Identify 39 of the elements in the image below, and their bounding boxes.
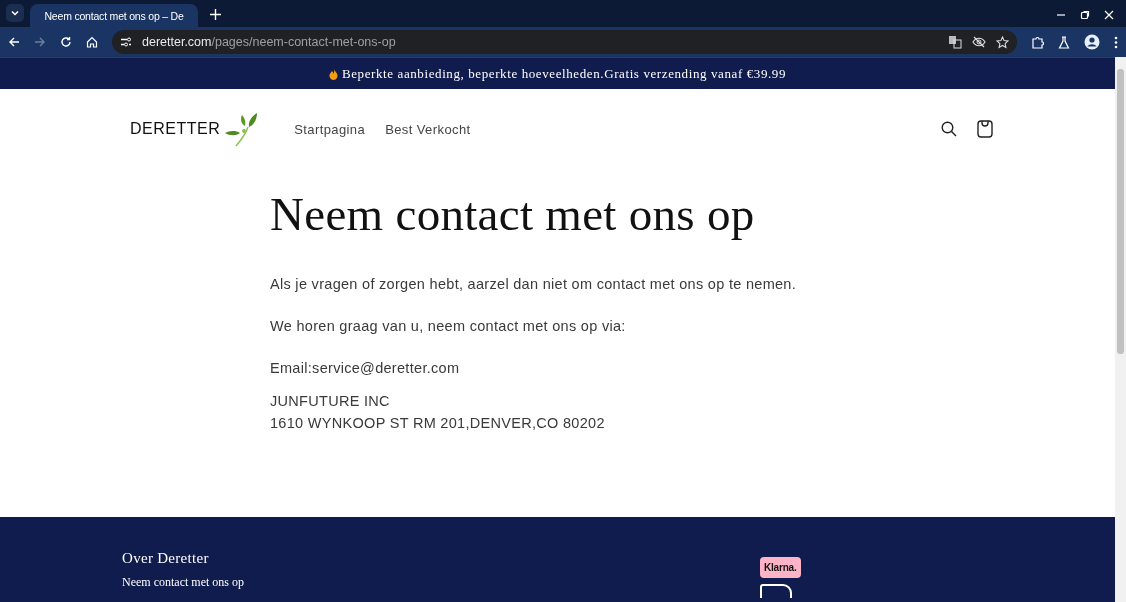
shopping-bag-icon[interactable] (977, 120, 993, 138)
profile-avatar-icon[interactable] (1084, 34, 1100, 50)
close-icon[interactable] (1104, 10, 1114, 20)
forward-arrow-icon[interactable] (34, 36, 46, 48)
address-bar[interactable]: deretter.com/pages/neem-contact-met-ons-op (112, 30, 1017, 54)
scrollbar-thumb[interactable] (1117, 69, 1124, 354)
leaves-logo-icon (224, 111, 259, 147)
more-menu-icon[interactable] (1114, 35, 1118, 49)
puzzle-piece-icon[interactable] (1031, 35, 1044, 49)
flame-icon (328, 67, 338, 80)
footer-heading: Over Deretter (122, 550, 210, 567)
reload-icon[interactable] (60, 36, 72, 48)
announcement-text: Beperkte aanbieding, beperkte hoeveelheden.Gratis verzending vanaf €39.99 (341, 65, 787, 82)
eye-slash-icon[interactable] (972, 36, 986, 48)
tab-title: Neem contact met ons op – De (44, 9, 184, 22)
browser-tab[interactable]: Neem contact met ons op – De (30, 4, 198, 27)
nav-link[interactable]: Best Verkocht (385, 121, 471, 137)
chevron-down-icon (10, 8, 20, 18)
site-settings-icon[interactable] (120, 36, 132, 48)
translate-icon[interactable] (948, 35, 962, 49)
tab-search-button[interactable] (6, 4, 24, 22)
address-line: JUNFUTURE INC (270, 392, 391, 411)
star-icon[interactable] (996, 35, 1009, 49)
back-arrow-icon[interactable] (8, 36, 20, 48)
footer-link[interactable]: Neem contact met ons op (122, 575, 760, 590)
nav-link[interactable]: Startpagina (294, 121, 366, 137)
home-icon[interactable] (86, 36, 98, 48)
paragraph-text: Email:service@deretter.com (270, 359, 461, 378)
klarna-badge: Klarna. (760, 557, 801, 578)
new-tab-icon[interactable] (210, 9, 221, 20)
flask-icon[interactable] (1058, 35, 1070, 49)
restore-icon[interactable] (1080, 10, 1090, 20)
page-title: Neem contact met ons op (270, 187, 756, 241)
url-text: deretter.com/pages/neem-contact-met-ons-op (142, 35, 396, 49)
paragraph-text: We horen graag van u, neem contact met ons op via: (270, 317, 627, 336)
search-icon[interactable] (941, 121, 957, 137)
address-line: 1610 WYNKOOP ST RM 201,DENVER,CO 80202 (270, 414, 606, 433)
paragraph-text: Als je vragen of zorgen hebt, aarzel dan niet om contact met ons op te nemen. (270, 275, 798, 294)
logo-text: DERETTER (130, 120, 221, 138)
